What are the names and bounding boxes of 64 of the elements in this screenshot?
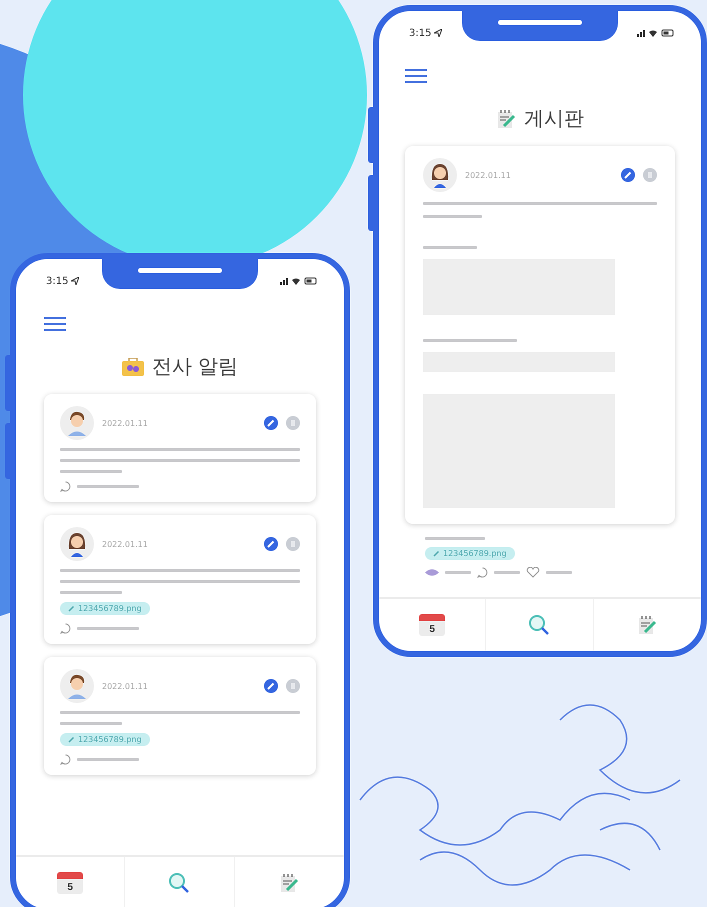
edit-icon[interactable] [264,416,278,430]
notepad-icon[interactable] [496,108,516,128]
attachment-chip[interactable]: 123456789.png [60,602,150,615]
post-date: 2022.01.11 [102,540,149,548]
menu-icon[interactable] [405,69,427,83]
post-card[interactable]: 2022.01.11 123456789.png [44,657,316,775]
avatar-icon [60,527,94,561]
edit-icon[interactable] [264,679,278,693]
notepad-icon [279,873,300,893]
post-card[interactable]: 2022.01.11 123456789.png [44,515,316,644]
comment-icon [477,567,488,578]
text-placeholder-line [77,485,140,488]
calendar-tab[interactable]: 5 [379,599,486,651]
text-placeholder-line [425,537,485,540]
text-placeholder-line [445,571,471,574]
status-icons [637,29,675,37]
page-title: 게시판 [524,105,584,132]
page-title: 전사 알림 [152,353,238,380]
paperclip-icon [68,605,75,612]
attachment-chip[interactable]: 123456789.png [60,733,150,746]
briefcase-icon [122,358,144,376]
delete-icon[interactable] [643,168,657,182]
status-time: 3:15 [409,28,442,38]
notepad-icon [637,615,658,635]
search-icon [167,871,192,895]
attachment-chip[interactable]: 123456789.png [425,547,515,560]
paperclip-icon [68,736,75,743]
heart-icon[interactable] [526,567,540,578]
search-icon [527,613,552,637]
calendar-tab[interactable]: 5 [16,857,126,907]
avatar-icon [60,669,94,703]
paperclip-icon [433,550,440,557]
post-date: 2022.01.11 [102,682,149,690]
attachment-name: 123456789.png [443,549,507,558]
status-icons [280,277,318,285]
text-placeholder-line [77,758,140,761]
comment-icon [60,754,71,765]
delete-icon[interactable] [286,416,300,430]
text-placeholder-line [423,215,482,218]
text-placeholder-line [60,470,122,473]
post-card[interactable]: 2022.01.11 [44,394,316,502]
text-placeholder-line [60,722,122,725]
text-placeholder-line [60,591,122,594]
text-placeholder-line [494,571,520,574]
edit-icon[interactable] [621,168,635,182]
edit-icon[interactable] [264,537,278,551]
post-date: 2022.01.11 [102,418,149,428]
attachment-name: 123456789.png [78,735,142,744]
avatar-icon [60,406,94,440]
text-placeholder-line [77,627,140,630]
attachment-name: 123456789.png [78,604,142,613]
eye-icon [425,568,439,577]
location-icon [434,29,442,37]
status-time: 3:15 [46,276,80,286]
comment-icon [60,481,71,492]
delete-icon[interactable] [286,537,300,551]
text-placeholder-line [546,571,572,574]
menu-icon[interactable] [44,317,66,331]
comment-icon [60,623,71,634]
delete-icon[interactable] [286,679,300,693]
post-date: 2022.01.11 [465,170,512,180]
location-icon [71,277,80,285]
avatar-icon [423,158,457,192]
text-placeholder-line [423,246,477,249]
